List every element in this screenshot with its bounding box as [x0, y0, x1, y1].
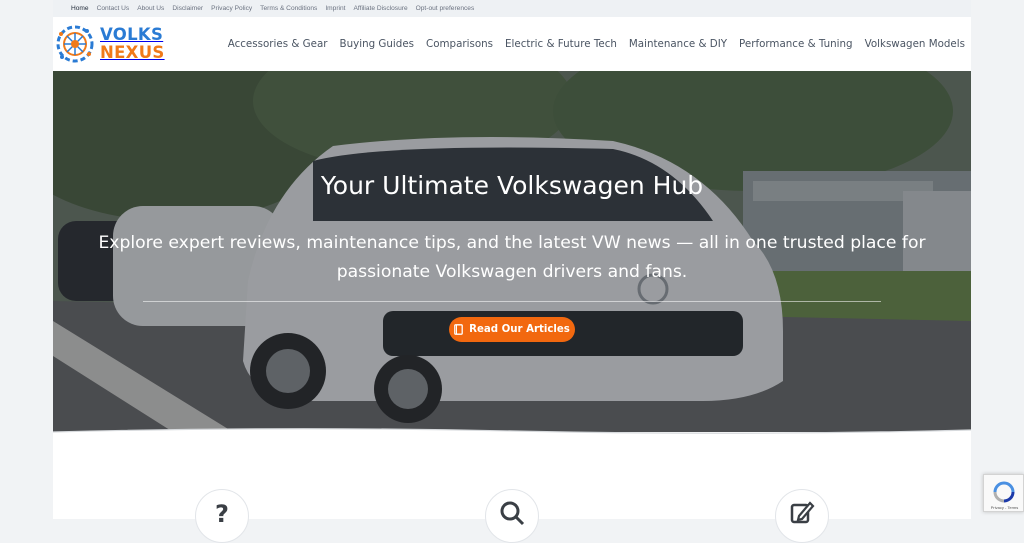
logo-line-1: VOLKS — [100, 25, 164, 44]
hero-subtitle-line-1: Explore expert reviews, maintenance tips… — [98, 233, 926, 253]
hero-section: Your Ultimate Volkswagen Hub Explore exp… — [53, 71, 971, 432]
hero-divider — [143, 301, 881, 302]
book-icon — [454, 324, 463, 335]
feature-edit-icon — [775, 489, 829, 543]
question-icon: ? — [215, 500, 229, 528]
gear-circuit-logo-icon — [56, 25, 94, 63]
nav-item-performance[interactable]: Performance & Tuning — [739, 38, 853, 50]
feature-question-icon: ? — [195, 489, 249, 543]
nav-item-comparisons[interactable]: Comparisons — [426, 38, 493, 50]
nav-item-buying-guides[interactable]: Buying Guides — [340, 38, 414, 50]
topbar-link-disclaimer[interactable]: Disclaimer — [172, 5, 203, 12]
hero-title: Your Ultimate Volkswagen Hub — [320, 171, 704, 200]
recaptcha-badge[interactable]: Privacy - Terms — [983, 474, 1024, 512]
topbar-link-home[interactable]: Home — [71, 5, 89, 12]
feature-search-icon — [485, 489, 539, 543]
main-nav: Accessories & Gear Buying Guides Compari… — [228, 17, 965, 71]
nav-item-accessories[interactable]: Accessories & Gear — [228, 38, 328, 50]
topbar-link-optout[interactable]: Opt-out preferences — [416, 5, 475, 12]
hero-subtitle: Explore expert reviews, maintenance tips… — [73, 229, 951, 287]
recaptcha-footer[interactable]: Privacy - Terms — [985, 505, 1024, 510]
topbar-link-affiliate[interactable]: Affiliate Disclosure — [354, 5, 408, 12]
nav-item-maintenance[interactable]: Maintenance & DIY — [629, 38, 727, 50]
search-icon — [500, 501, 525, 526]
hero-subtitle-line-2: passionate Volkswagen drivers and fans. — [336, 262, 688, 282]
top-utility-bar: Home Contact Us About Us Disclaimer Priv… — [53, 0, 971, 17]
site-header: VOLKS NEXUS Accessories & Gear Buying Gu… — [53, 17, 971, 71]
topbar-link-about[interactable]: About Us — [137, 5, 164, 12]
logo-line-2: NEXUS — [100, 43, 165, 62]
read-articles-button[interactable]: Read Our Articles — [449, 317, 575, 342]
topbar-link-terms[interactable]: Terms & Conditions — [260, 5, 317, 12]
nav-item-electric[interactable]: Electric & Future Tech — [505, 38, 617, 50]
edit-icon — [790, 501, 815, 524]
topbar-link-privacy[interactable]: Privacy Policy — [211, 5, 252, 12]
site-logo[interactable]: VOLKS NEXUS — [53, 20, 188, 68]
topbar-link-imprint[interactable]: Imprint — [325, 5, 345, 12]
topbar-link-contact[interactable]: Contact Us — [97, 5, 130, 12]
read-articles-label: Read Our Articles — [469, 324, 570, 335]
nav-item-models[interactable]: Volkswagen Models — [865, 38, 965, 50]
recaptcha-icon — [993, 481, 1015, 503]
logo-wordmark: VOLKS NEXUS — [100, 26, 165, 62]
hero-wave-divider — [53, 428, 971, 436]
